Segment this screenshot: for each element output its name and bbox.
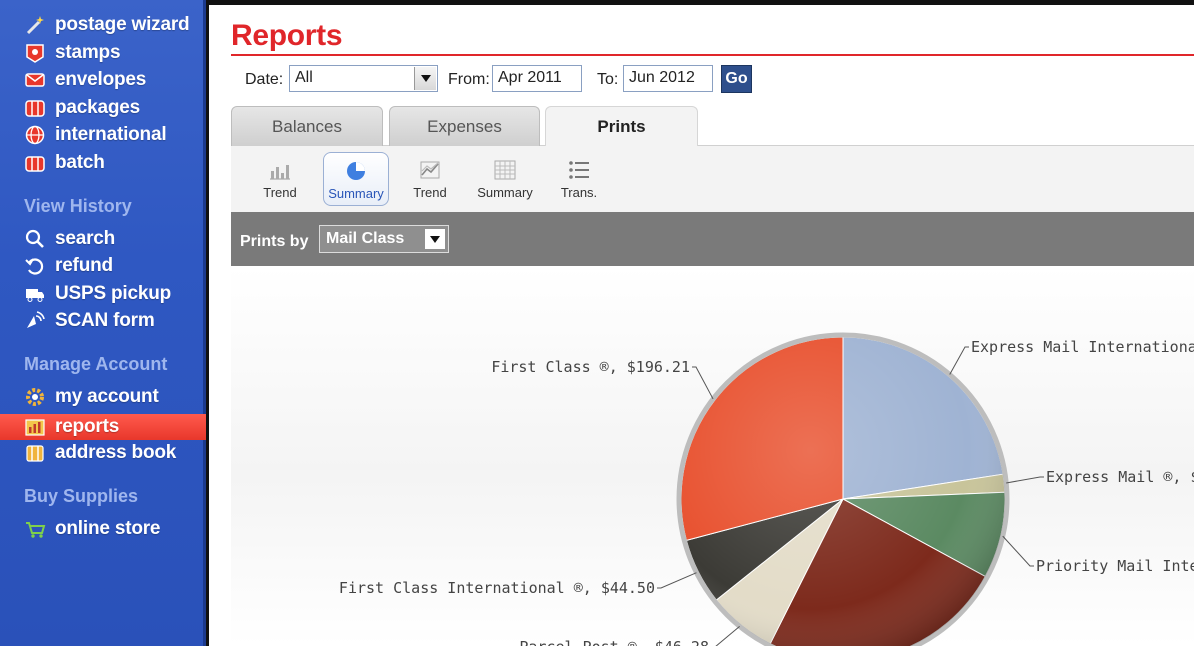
sidebar-item-label: stamps (55, 42, 121, 63)
label-leader-line (949, 346, 969, 375)
chevron-down-icon[interactable] (414, 67, 436, 90)
to-date-field[interactable]: Jun 2012 (623, 65, 713, 92)
sidebar-item-international[interactable]: international (24, 122, 167, 148)
sidebar-item-label: envelopes (55, 69, 147, 90)
pie-slice-label: First Class International ®, $44.50 (339, 579, 655, 597)
label-leader-line (1006, 476, 1044, 484)
refund-icon (24, 255, 46, 277)
from-label: From: (448, 71, 490, 88)
date-range-select[interactable]: All (289, 65, 438, 92)
gear-icon (24, 386, 46, 408)
sidebar-item-search[interactable]: search (24, 226, 115, 252)
page-title: Reports (231, 19, 343, 52)
label-leader-line (657, 572, 697, 589)
batch-icon (24, 152, 46, 174)
sidebar-item-scan-form[interactable]: SCAN form (24, 308, 155, 334)
sidebar-item-packages[interactable]: packages (24, 95, 140, 121)
pie-icon (347, 162, 365, 180)
trend-label: Trend (263, 185, 297, 200)
sidebar: postage wizard stamps envelopes packages… (0, 0, 206, 646)
summary-pie-button[interactable]: Summary (323, 152, 389, 206)
pie-slice-label: Express Mail International (971, 338, 1194, 356)
sidebar-item-batch[interactable]: batch (24, 150, 105, 176)
label-leader-line (1002, 535, 1034, 567)
sidebar-item-address-book[interactable]: address book (24, 440, 176, 466)
envelope-icon (24, 69, 46, 91)
section-heading-account: Manage Account (24, 354, 168, 374)
trend-line-button[interactable]: Trend (397, 152, 463, 206)
pie-slice-label: Express Mail ®, $ (1046, 468, 1194, 486)
search-icon (24, 228, 46, 250)
label-leader-line (692, 366, 714, 400)
report-view-toolbar: Trend Summary Trend Summary Trans. (231, 146, 1194, 212)
scan-icon (24, 310, 46, 332)
pie-slice-label: Priority Mail Interna (1036, 557, 1194, 575)
main-panel: Reports Date: All From: Apr 2011 To: Jun… (209, 5, 1194, 646)
list-icon (569, 161, 589, 179)
pie-chart: Express Mail International Express Mail ®… (339, 332, 1194, 646)
sidebar-item-label: postage wizard (55, 14, 190, 35)
sidebar-item-label: online store (55, 518, 161, 539)
trend-bar-button[interactable]: Trend (247, 152, 313, 206)
from-date-field[interactable]: Apr 2011 (492, 65, 582, 92)
sidebar-item-envelopes[interactable]: envelopes (24, 67, 146, 93)
summary-label: Summary (477, 185, 533, 200)
tab-expenses[interactable]: Expenses (389, 106, 540, 146)
date-range-value: All (295, 69, 313, 86)
bar-trend-icon (270, 165, 290, 180)
prints-by-label: Prints by (240, 233, 309, 250)
pie-chart-area: Express Mail International Express Mail ®… (231, 266, 1194, 646)
sidebar-item-label: batch (55, 152, 105, 173)
pie-slice-label: First Class ®, $196.21 (491, 358, 690, 376)
trend-label: Trend (413, 185, 447, 200)
sidebar-item-refund[interactable]: refund (24, 253, 113, 279)
sidebar-item-online-store[interactable]: online store (24, 516, 160, 542)
pie-slice-label: Parcel Post ®, $46.28 (519, 638, 709, 646)
transactions-button[interactable]: Trans. (546, 152, 612, 206)
transactions-label: Trans. (560, 185, 598, 200)
sidebar-item-label: refund (55, 255, 113, 276)
sidebar-item-label: SCAN form (55, 310, 155, 331)
grid-icon (494, 160, 516, 180)
sidebar-item-label: address book (55, 442, 177, 463)
group-by-value: Mail Class (326, 230, 405, 247)
magic-wand-icon (24, 14, 46, 36)
stamp-icon (24, 42, 46, 64)
tab-balances[interactable]: Balances (231, 106, 383, 146)
sidebar-item-label: USPS pickup (55, 283, 172, 304)
sidebar-item-my-account[interactable]: my account (24, 384, 159, 410)
summary-grid-button[interactable]: Summary (472, 152, 538, 206)
cart-icon (24, 518, 46, 540)
chevron-down-icon[interactable] (425, 229, 445, 249)
globe-icon (24, 124, 46, 146)
tab-prints[interactable]: Prints (545, 106, 698, 146)
sidebar-item-label: reports (55, 416, 120, 437)
section-heading-history: View History (24, 196, 132, 216)
date-label: Date: (245, 71, 284, 88)
report-filter-bar: Prints by Mail Class (231, 212, 1194, 266)
sidebar-item-label: packages (55, 97, 141, 118)
line-trend-icon (420, 161, 440, 179)
address-book-icon (24, 442, 46, 464)
to-label: To: (597, 71, 619, 88)
section-heading-supplies: Buy Supplies (24, 486, 139, 506)
label-leader-line (715, 625, 740, 646)
go-button[interactable]: Go (721, 65, 752, 93)
sidebar-item-usps-pickup[interactable]: USPS pickup (24, 281, 171, 307)
bar-chart-icon (24, 416, 46, 438)
title-divider (231, 54, 1194, 56)
sidebar-item-label: my account (55, 386, 159, 407)
sidebar-item-stamps[interactable]: stamps (24, 40, 121, 66)
sidebar-item-label: search (55, 228, 116, 249)
group-by-select[interactable]: Mail Class (319, 225, 449, 253)
package-icon (24, 97, 46, 119)
sidebar-item-postage-wizard[interactable]: postage wizard (24, 12, 190, 38)
summary-label: Summary (328, 186, 384, 201)
sidebar-item-label: international (55, 124, 167, 145)
sidebar-item-reports[interactable]: reports (24, 414, 119, 440)
truck-icon (24, 283, 46, 305)
